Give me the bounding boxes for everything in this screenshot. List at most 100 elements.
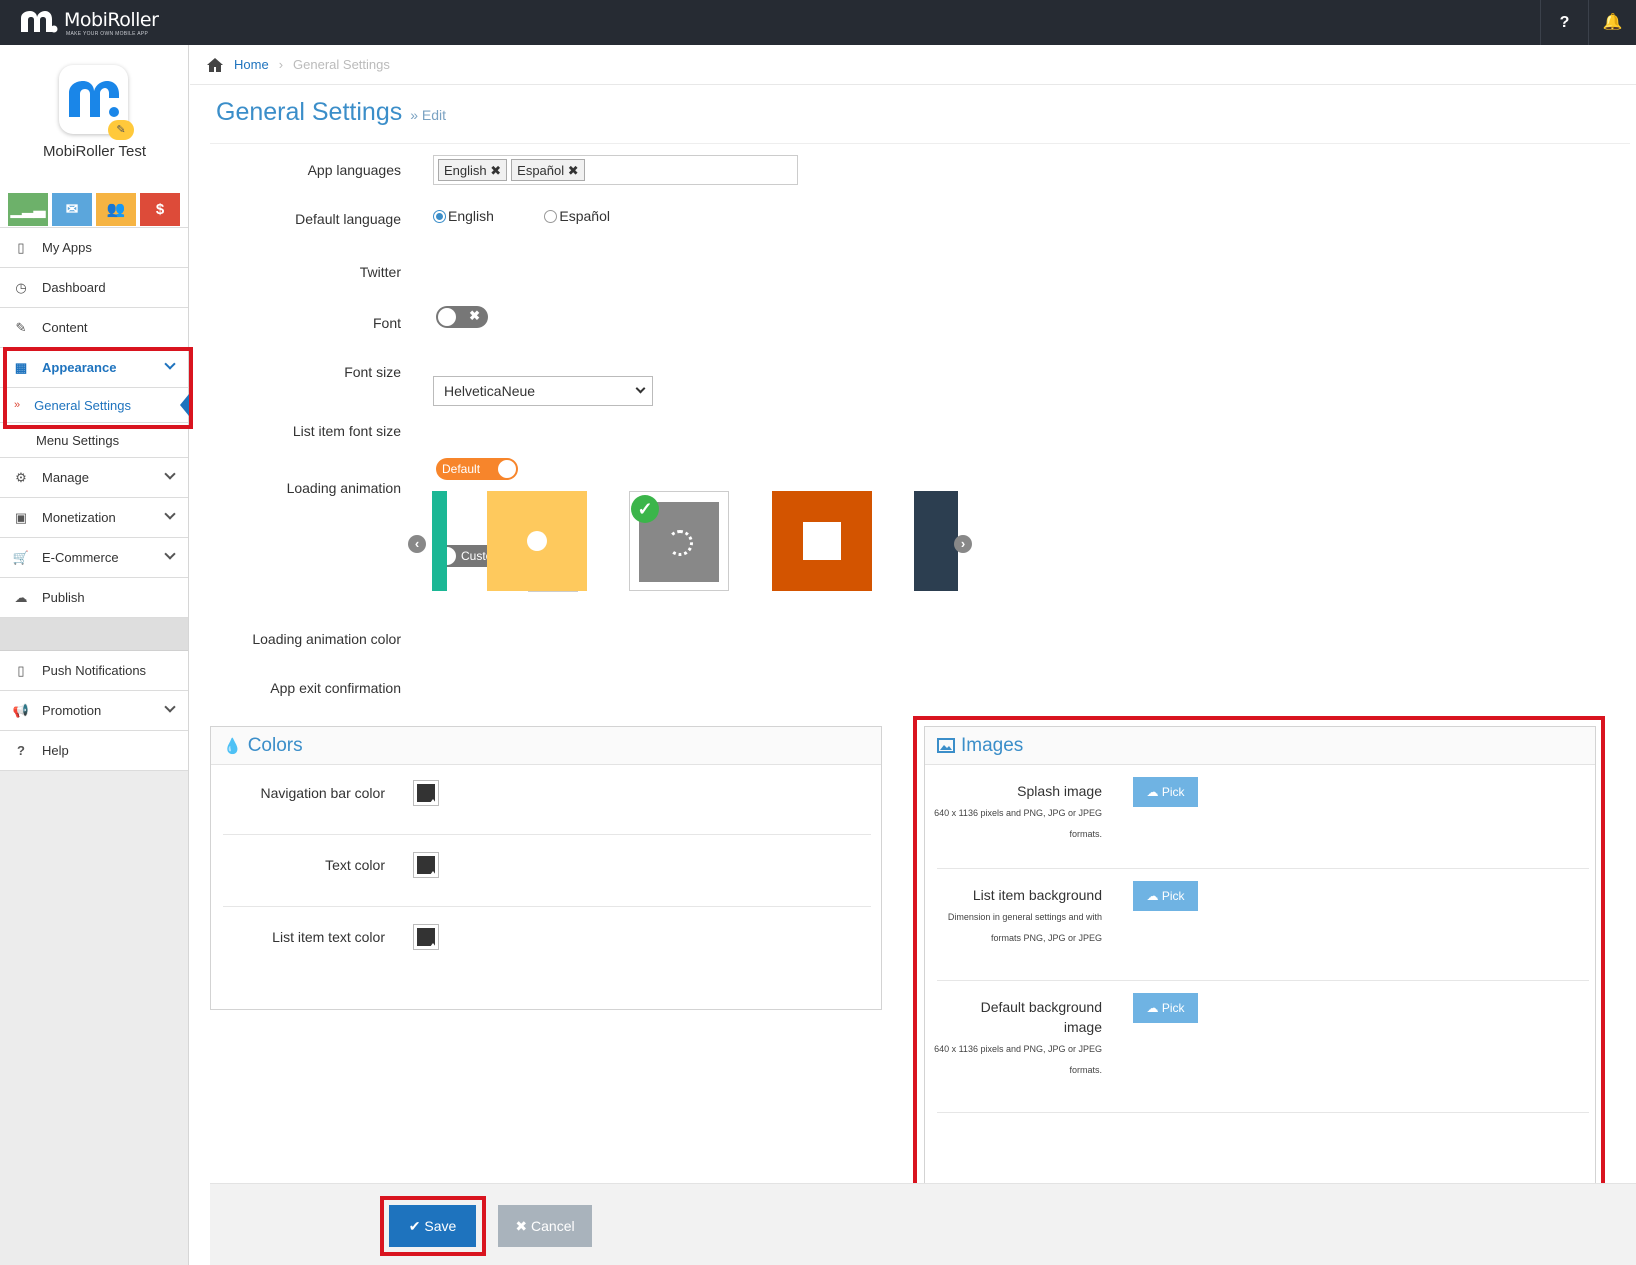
mobiroller-logo[interactable]: MobiRoller MAKE YOUR OWN MOBILE APP [18,8,168,38]
toggle-knob [498,460,516,478]
users-icon: 👥 [106,201,126,218]
color-row-label: Text color [325,857,385,873]
animation-option[interactable] [772,491,872,591]
sidebar-item-manage[interactable]: ⚙ Manage [0,458,188,498]
phone-icon: ▯ [17,662,25,678]
logo-tagline: MAKE YOUR OWN MOBILE APP [66,31,149,37]
color-row-text: Text color [223,837,871,907]
language-tag[interactable]: Español ✖ [511,159,585,181]
sidebar-item-help[interactable]: ? Help [0,731,188,771]
app-languages-input[interactable]: English ✖ Español ✖ [433,155,798,185]
highlight-box-save [380,1196,486,1256]
animation-option[interactable] [487,491,587,591]
twitter-toggle[interactable]: ✖ [436,306,488,328]
logo-text: MobiRoller [64,9,159,31]
sidebar-item-label: Push Notifications [42,663,147,678]
title-divider [210,143,1630,144]
page-subtitle: » Edit [410,107,447,123]
sidebar-item-label: Publish [42,590,85,605]
language-tag[interactable]: English ✖ [438,159,508,181]
notifications-button[interactable]: 🔔 [1588,0,1636,45]
billing-button[interactable]: $ [140,193,180,226]
chevron-down-icon [164,701,176,713]
page-title-text: General Settings [216,98,403,126]
cancel-button[interactable]: ✖ Cancel [498,1205,592,1247]
list-item-font-size-label: List item font size [292,423,401,439]
app-icon[interactable]: ✎ [59,65,134,140]
check-icon: ✓ [631,495,659,523]
cart-icon: 🛒 [12,549,30,565]
drop-icon: 💧 [223,737,242,755]
users-button[interactable]: 👥 [96,193,136,226]
colors-panel: 💧 Colors Navigation bar color Text color … [210,726,882,1010]
help-button[interactable]: ? [1540,0,1588,45]
loading-animation-color-label: Loading animation color [252,631,401,647]
carousel-next-icon[interactable]: › [954,535,972,553]
toggle-knob [438,308,456,326]
close-icon: ✖ [469,308,480,323]
sidebar-item-label: E-Commerce [42,550,119,565]
loading-animation-label: Loading animation [286,480,401,496]
font-select-value: HelveticaNeue [444,383,536,399]
chevron-down-icon [164,468,176,480]
bell-icon: 🔔 [1602,14,1623,31]
animation-option[interactable] [432,491,447,591]
sidebar-item-monetization[interactable]: ▣ Monetization [0,498,188,538]
square-icon [803,522,841,560]
highlight-box-images [913,716,1605,1217]
mail-icon: ✉ [65,201,79,218]
default-language-radios: English Español [433,208,656,228]
sidebar-item-label: Monetization [42,510,116,525]
carousel-prev-icon[interactable]: ‹ [408,535,426,553]
default-language-label: Default language [295,211,401,227]
sidebar-item-ecommerce[interactable]: 🛒 E-Commerce [0,538,188,578]
mail-button[interactable]: ✉ [52,193,92,226]
sidebar-item-promotion[interactable]: 📢 Promotion [0,691,188,731]
sidebar-item-label: Manage [42,470,89,485]
sidebar-item-label: My Apps [42,240,92,255]
page-title: General Settings » Edit [216,98,446,127]
sidebar-item-my-apps[interactable]: ▯ My Apps [0,228,188,268]
caret-icon [430,943,436,947]
chevron-down-icon [164,548,176,560]
stats-button[interactable]: ▁▂▃ [8,193,48,226]
animation-option-selected[interactable]: ✓ [629,491,729,591]
font-label: Font [372,315,401,331]
font-size-toggle[interactable]: Default [436,458,518,480]
megaphone-icon: 📢 [12,702,30,718]
color-row-label: Navigation bar color [260,785,385,801]
stats-icon: ▁▂▃ [10,201,46,218]
edit-icon: ✎ [15,319,27,335]
color-picker[interactable] [413,924,439,950]
chevron-down-icon [635,383,646,394]
form-footer: ✔ Save ✖ Cancel [210,1183,1636,1265]
radio-espanol[interactable]: Español [544,208,610,224]
color-picker[interactable] [413,780,439,806]
breadcrumb: Home › General Settings [190,45,1636,85]
color-row-list-item-text: List item text color [223,909,871,979]
sidebar-item-label: Menu Settings [36,432,120,448]
edit-pencil-icon[interactable]: ✎ [108,120,134,140]
color-row-navigation-bar: Navigation bar color [223,765,871,835]
radio-button-icon [433,209,446,223]
top-bar: MobiRoller MAKE YOUR OWN MOBILE APP ? 🔔 [0,0,1636,45]
home-icon [207,57,223,72]
twitter-label: Twitter [359,264,401,280]
breadcrumb-current: General Settings [293,57,390,72]
sidebar-item-push-notifications[interactable]: ▯ Push Notifications [0,651,188,691]
sidebar: ✎ MobiRoller Test ▁▂▃ ✉ 👥 $ ▯ My Apps ◷ Da… [0,45,189,1265]
sidebar-item-publish[interactable]: ☁ Publish [0,578,188,618]
app-exit-confirmation-label: App exit confirmation [270,680,401,696]
dashboard-icon: ◷ [15,279,27,295]
color-picker[interactable] [413,852,439,878]
sidebar-item-label: Promotion [42,703,102,718]
radio-label: English [448,208,494,224]
animation-option[interactable] [914,491,958,591]
breadcrumb-separator-icon: › [278,57,284,72]
sidebar-separator [0,618,188,651]
breadcrumb-home-link[interactable]: Home [234,57,269,72]
font-select[interactable]: HelveticaNeue [433,376,653,406]
sidebar-item-content[interactable]: ✎ Content [0,308,188,348]
sidebar-item-dashboard[interactable]: ◷ Dashboard [0,268,188,308]
radio-english[interactable]: English [433,208,494,224]
